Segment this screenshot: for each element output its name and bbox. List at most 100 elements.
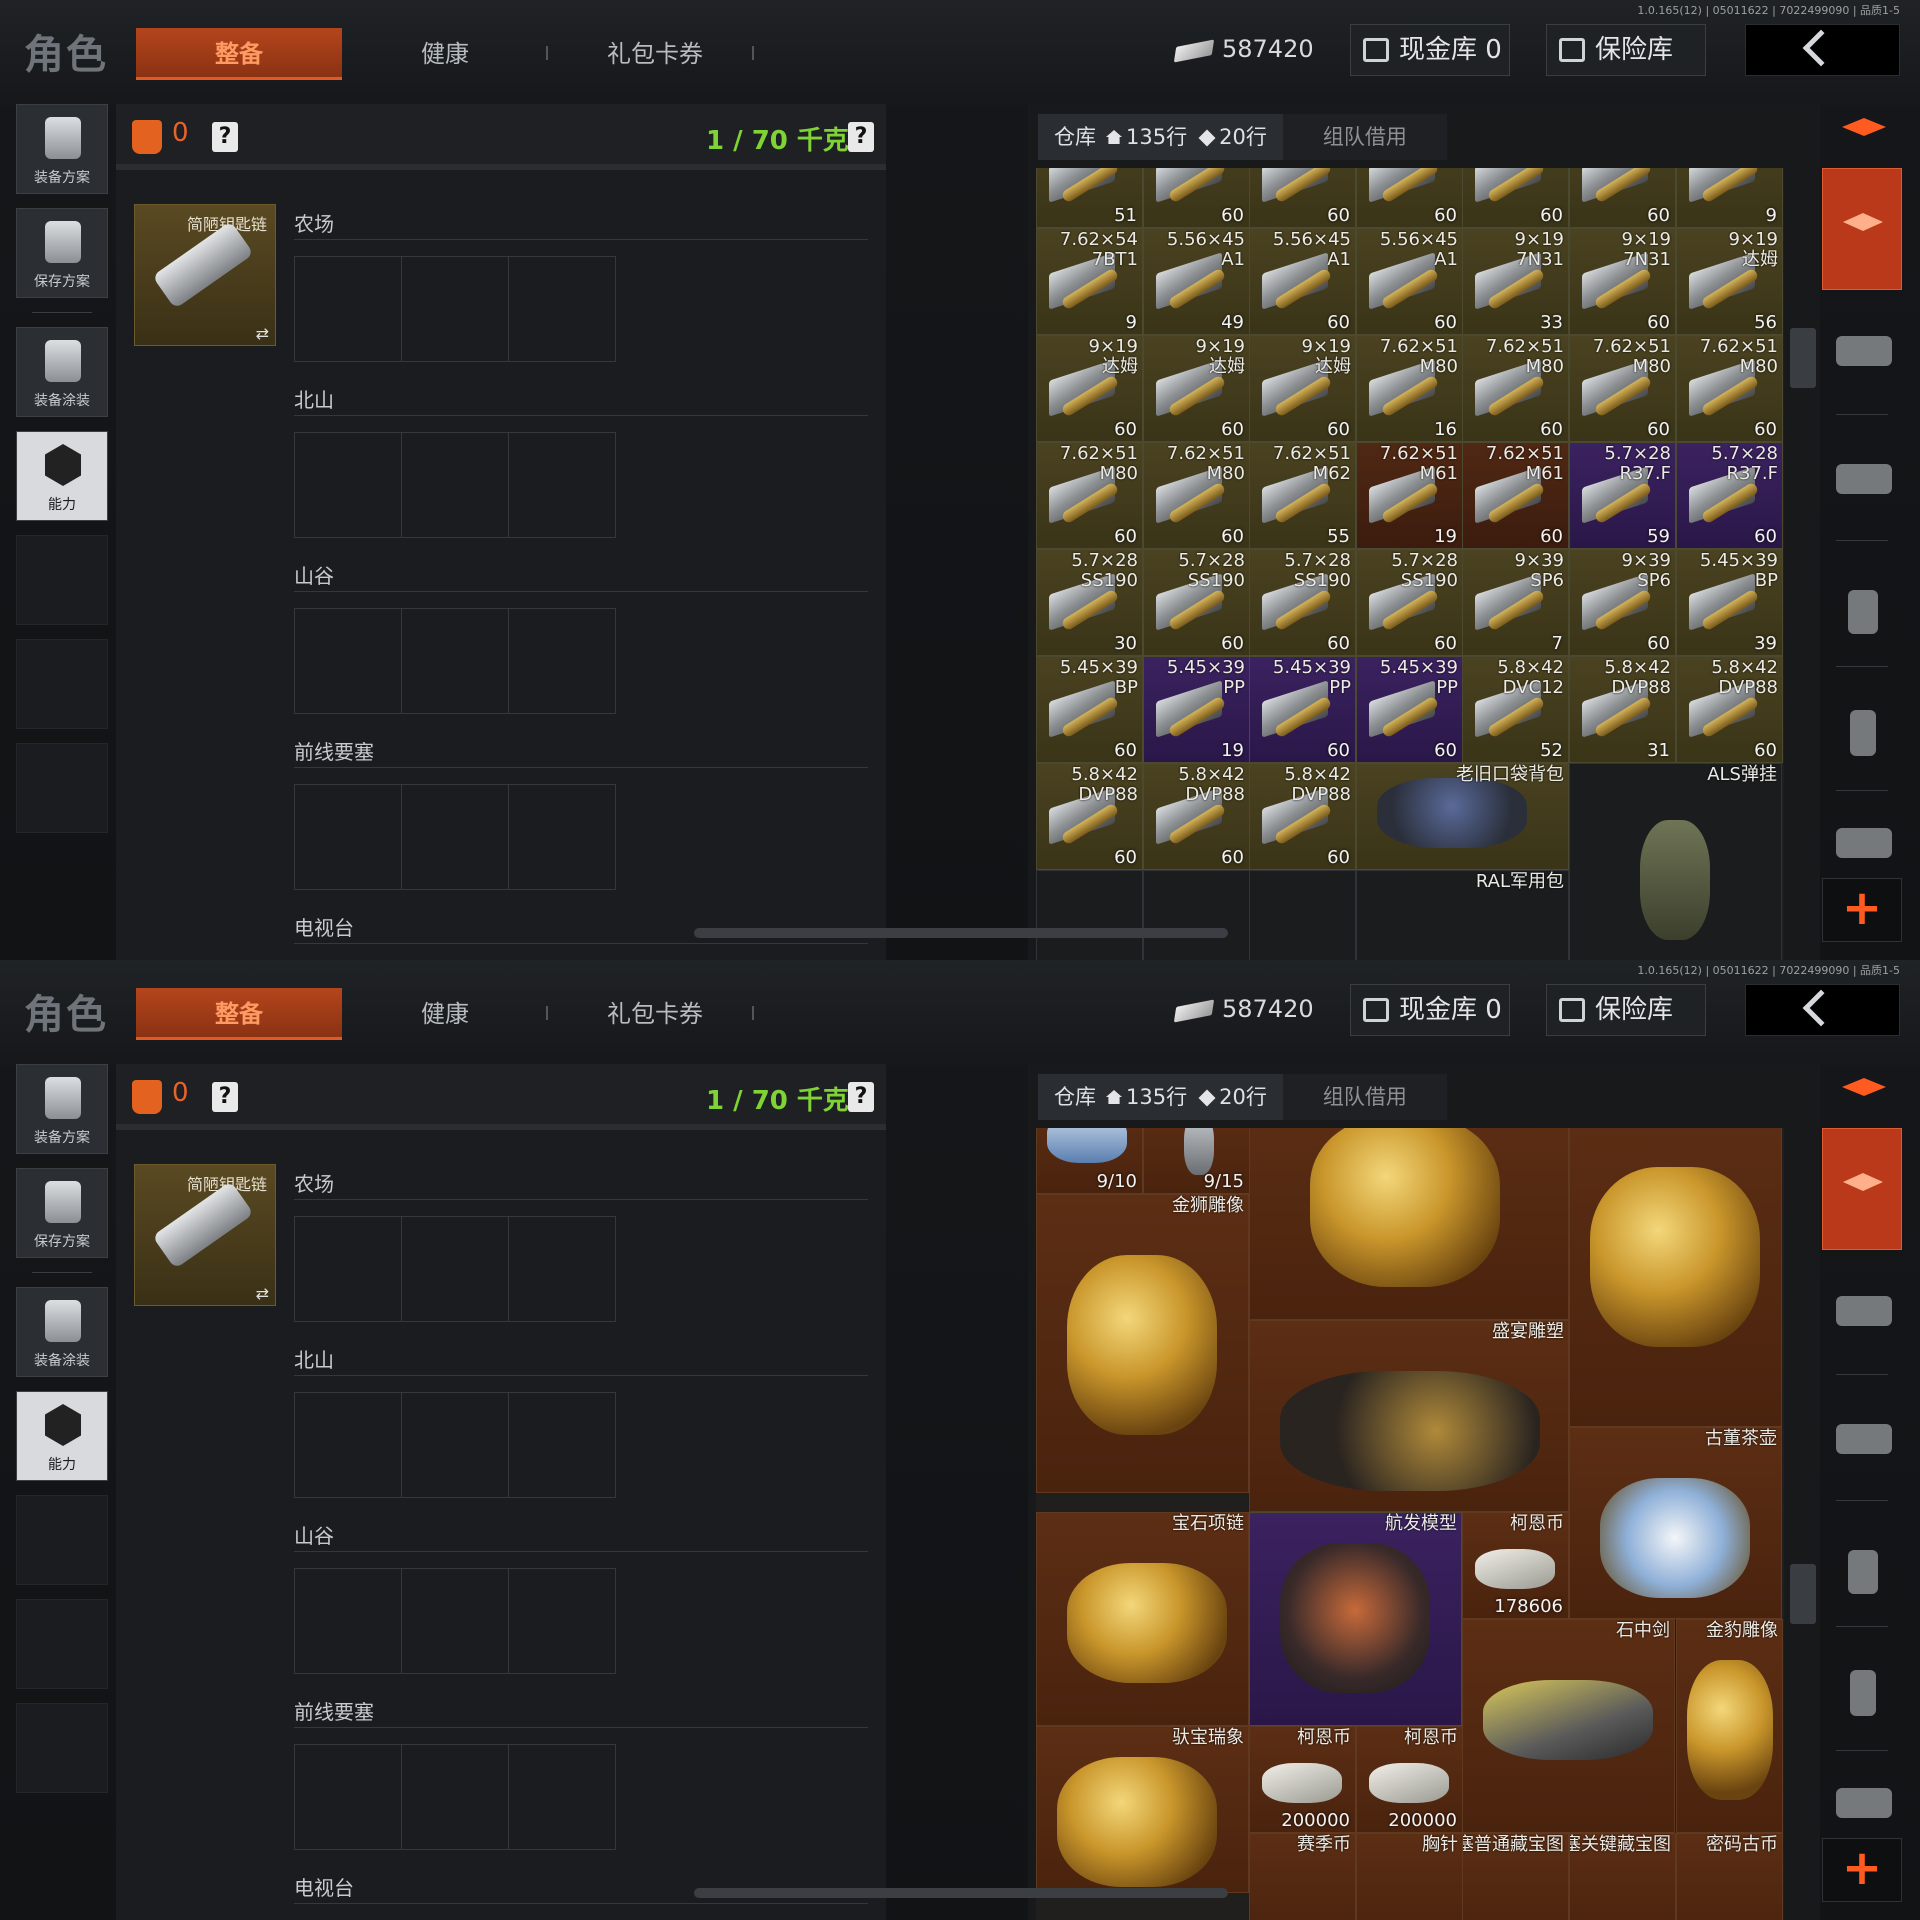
storage-item[interactable]: 9×19 达姆 60 [1143,335,1250,442]
storage-empty-cell[interactable] [1036,870,1143,960]
storage-item[interactable]: RAL军用包 [1356,870,1569,960]
keychain-slot[interactable]: 简陋钥匙链 ⇄ [134,204,276,346]
category-all[interactable] [1822,1128,1902,1250]
plus-icon[interactable]: + [1822,878,1902,942]
storage-item[interactable]: 5.45×39 BP 39 [1676,549,1783,656]
tab-giftpack[interactable]: 礼包卡券 [570,988,740,1040]
ammo-category-icon[interactable] [1850,1670,1876,1716]
tab-team-borrow[interactable]: 组队借用 [1282,1074,1447,1120]
storage-item[interactable]: 老旧口袋背包 [1356,763,1569,870]
storage-scrollbar[interactable] [1790,328,1816,388]
storage-scrollbar[interactable] [1790,1564,1816,1624]
tab-storage[interactable]: 仓库 135行 20行 [1038,1074,1283,1120]
tab-team-borrow[interactable]: 组队借用 [1282,114,1447,160]
storage-item[interactable]: 9/10 [1036,1128,1143,1194]
storage-item[interactable]: 9 [1676,168,1783,228]
help-icon[interactable]: ? [848,1082,874,1112]
storage-item[interactable]: 要塞普通藏宝图 [1462,1833,1569,1920]
storage-item[interactable]: 柯恩币 200000 [1356,1726,1463,1833]
storage-item[interactable] [1249,1128,1569,1320]
storage-item[interactable]: 7.62×51 M80 60 [1676,335,1783,442]
storage-item[interactable]: 7.62×51 M80 60 [1143,442,1250,549]
storage-item[interactable]: 5.7×28 SS190 60 [1249,549,1356,656]
horizontal-scrollbar[interactable] [694,928,1228,938]
storage-item[interactable]: 9×19 达姆 60 [1036,335,1143,442]
storage-item[interactable]: 5.7×28 SS190 60 [1143,549,1250,656]
storage-item[interactable]: 5.8×42 DVP88 60 [1249,763,1356,870]
storage-item[interactable]: 60 [1462,168,1569,228]
storage-item[interactable]: 柯恩币 178606 [1462,1512,1569,1619]
storage-item[interactable]: 5.56×45 A1 60 [1249,228,1356,335]
back-button[interactable] [1745,24,1900,76]
storage-item[interactable]: 5.8×42 DVP88 60 [1143,763,1250,870]
tab-prepare[interactable]: 整备 [136,28,342,80]
storage-item[interactable]: 5.56×45 A1 60 [1356,228,1463,335]
magazine-category-icon[interactable] [1848,1550,1878,1594]
all-items-icon[interactable] [1842,118,1886,136]
key-slots[interactable] [294,1744,616,1850]
sidebar-skin[interactable]: 装备涂装 [16,327,108,417]
storage-item[interactable]: 5.7×28 SS190 60 [1356,549,1463,656]
help-icon[interactable]: ? [848,122,874,152]
cash-vault-button[interactable]: 现金库 0 [1350,24,1510,76]
sidebar-loadout-plan[interactable]: 装备方案 [16,104,108,194]
storage-item[interactable]: 5.8×42 DVC12 52 [1462,656,1569,763]
category-all[interactable] [1822,168,1902,290]
storage-item[interactable]: 要塞关键藏宝图 [1569,1833,1676,1920]
storage-item[interactable]: 金狮雕像 [1036,1194,1249,1493]
switch-icon[interactable]: ⇄ [256,324,269,343]
storage-item[interactable]: 51 [1036,168,1143,228]
storage-item[interactable]: 胸针 [1356,1833,1463,1920]
all-items-icon[interactable] [1842,1078,1886,1096]
storage-item[interactable]: 60 [1249,168,1356,228]
storage-item[interactable]: 古董茶壶 [1569,1427,1782,1619]
storage-item[interactable]: 9/15 [1143,1128,1250,1194]
storage-empty-cell[interactable] [1143,870,1250,960]
key-slots[interactable] [294,256,616,362]
rifle-category-icon[interactable] [1836,464,1892,494]
tab-health[interactable]: 健康 [360,988,530,1040]
back-button[interactable] [1745,984,1900,1036]
sidebar-save-plan[interactable]: 保存方案 [16,1168,108,1258]
storage-item[interactable]: 5.8×42 DVP88 60 [1676,656,1783,763]
tab-health[interactable]: 健康 [360,28,530,80]
storage-item[interactable]: 宝石项链 [1036,1512,1249,1726]
help-icon[interactable]: ? [212,122,238,152]
sidebar-save-plan[interactable]: 保存方案 [16,208,108,298]
storage-empty-cell[interactable] [1249,870,1356,960]
tab-giftpack[interactable]: 礼包卡券 [570,28,740,80]
storage-item[interactable]: 60 [1569,168,1676,228]
key-slots[interactable] [294,1392,616,1498]
horizontal-scrollbar[interactable] [694,1888,1228,1898]
plus-icon[interactable]: + [1822,1838,1902,1902]
storage-item[interactable]: 密码古币 [1676,1833,1783,1920]
storage-item[interactable]: 盛宴雕塑 [1249,1320,1569,1512]
vault-button[interactable]: 保险库 [1546,984,1706,1036]
storage-item[interactable]: 驮宝瑞象 [1036,1726,1249,1893]
storage-item[interactable]: 7.62×54 7BT1 9 [1036,228,1143,335]
sidebar-loadout-plan[interactable]: 装备方案 [16,1064,108,1154]
storage-item[interactable]: 赛季币 [1249,1833,1356,1920]
key-slots[interactable] [294,784,616,890]
storage-item[interactable]: 9×19 7N31 60 [1569,228,1676,335]
armor-category-icon[interactable] [1836,336,1892,366]
storage-item[interactable]: 5.45×39 PP 19 [1143,656,1250,763]
switch-icon[interactable]: ⇄ [256,1284,269,1303]
misc-category-icon[interactable] [1836,828,1892,858]
tab-storage[interactable]: 仓库 135行 20行 [1038,114,1283,160]
storage-item[interactable]: 5.56×45 A1 49 [1143,228,1250,335]
key-slots[interactable] [294,432,616,538]
storage-item[interactable]: 60 [1143,168,1250,228]
key-slots[interactable] [294,1568,616,1674]
storage-item[interactable]: ALS弹挂 [1569,763,1782,960]
tab-prepare[interactable]: 整备 [136,988,342,1040]
magazine-category-icon[interactable] [1848,590,1878,634]
storage-item[interactable]: 9×39 SP6 7 [1462,549,1569,656]
storage-item[interactable]: 7.62×51 M61 60 [1462,442,1569,549]
storage-item[interactable] [1569,1128,1782,1427]
keychain-slot[interactable]: 简陋钥匙链 ⇄ [134,1164,276,1306]
sidebar-ability[interactable]: 能力 [16,1391,108,1481]
storage-item[interactable]: 60 [1356,168,1463,228]
misc-category-icon[interactable] [1836,1788,1892,1818]
storage-item[interactable]: 5.7×28 R37.F 59 [1569,442,1676,549]
